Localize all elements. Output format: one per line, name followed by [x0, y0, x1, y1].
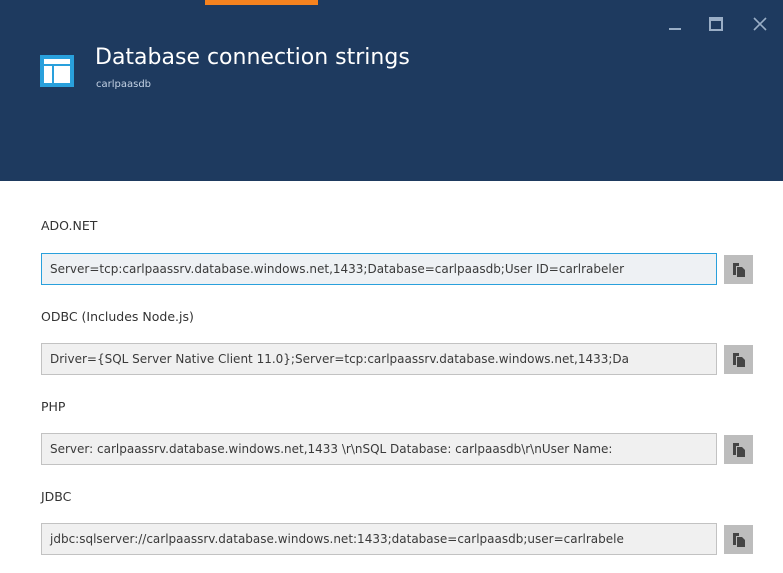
blade-header: Database connection strings carlpaasdb: [0, 0, 783, 181]
jdbc-connection-string[interactable]: jdbc:sqlserver://carlpaassrv.database.wi…: [41, 523, 717, 555]
blade-title: Database connection strings: [95, 45, 410, 70]
php-copy-button[interactable]: [724, 435, 753, 464]
blade-layout-icon: [40, 55, 74, 87]
jdbc-label: JDBC: [41, 489, 72, 504]
copy-icon: [732, 532, 745, 547]
connection-strings-blade: Database connection strings carlpaasdb A…: [0, 0, 783, 573]
maximize-button[interactable]: [705, 13, 727, 35]
minimize-button[interactable]: [664, 13, 686, 35]
close-button[interactable]: [749, 13, 771, 35]
jdbc-copy-button[interactable]: [724, 525, 753, 554]
close-icon: [753, 17, 767, 31]
blade-content: ADO.NET Server=tcp:carlpaassrv.database.…: [0, 181, 783, 573]
php-label: PHP: [41, 399, 66, 414]
ado-net-label: ADO.NET: [41, 218, 98, 233]
copy-icon: [732, 262, 745, 277]
ado-net-copy-button[interactable]: [724, 255, 753, 284]
minimize-icon: [669, 28, 681, 30]
copy-icon: [732, 352, 745, 367]
active-tab-accent: [205, 0, 318, 5]
odbc-copy-button[interactable]: [724, 345, 753, 374]
copy-icon: [732, 442, 745, 457]
php-connection-string[interactable]: Server: carlpaassrv.database.windows.net…: [41, 433, 717, 465]
odbc-label: ODBC (Includes Node.js): [41, 309, 194, 324]
maximize-icon: [709, 17, 723, 31]
ado-net-connection-string[interactable]: Server=tcp:carlpaassrv.database.windows.…: [41, 253, 717, 285]
blade-subtitle: carlpaasdb: [96, 79, 152, 90]
odbc-connection-string[interactable]: Driver={SQL Server Native Client 11.0};S…: [41, 343, 717, 375]
